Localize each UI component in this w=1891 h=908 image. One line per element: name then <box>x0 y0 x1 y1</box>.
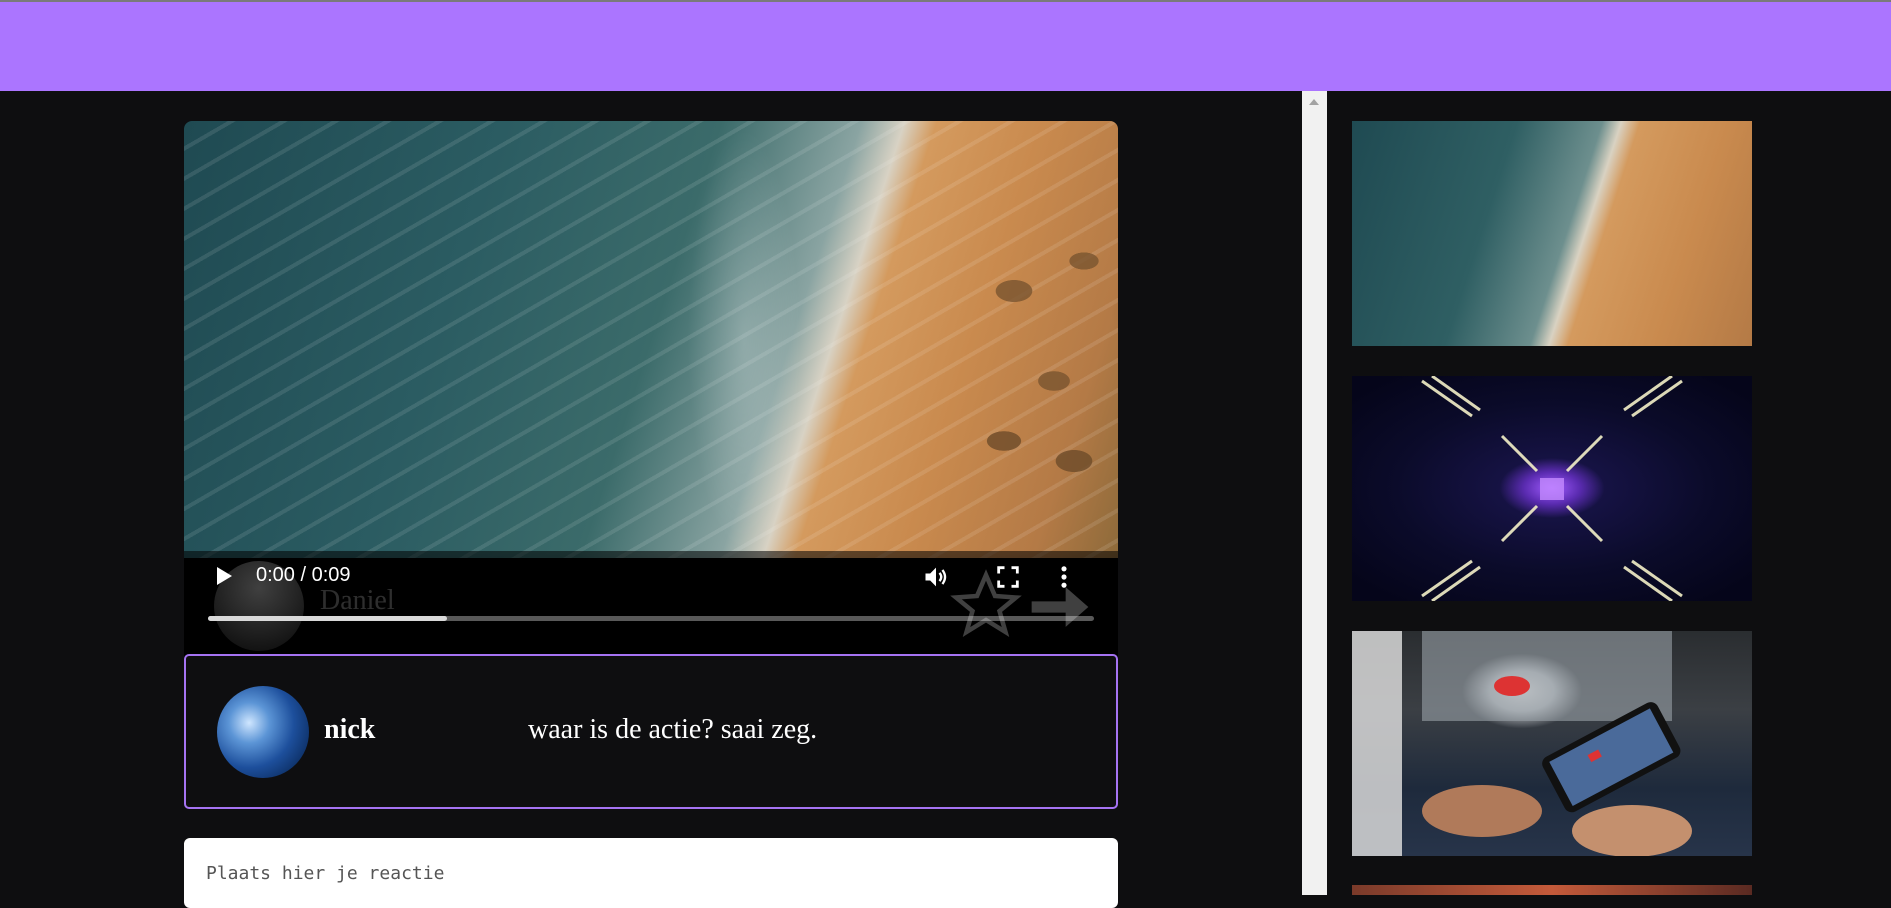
scrollbar[interactable] <box>1302 91 1327 895</box>
tunnel-light-streaks <box>1421 376 1683 601</box>
comment-username[interactable]: nick <box>324 714 375 746</box>
comment-card: nick waar is de actie? saai zeg. <box>184 654 1118 809</box>
current-time: 0:00 <box>256 564 295 586</box>
reply-input[interactable] <box>184 838 1118 908</box>
play-icon[interactable] <box>214 565 234 587</box>
video-thumbnail-partial[interactable] <box>1352 885 1752 895</box>
watermark-username: Daniel <box>320 585 395 616</box>
video-thumbnail-beach[interactable] <box>1352 121 1752 346</box>
more-options-icon[interactable] <box>1050 563 1078 591</box>
volume-icon[interactable] <box>922 563 950 591</box>
progress-bar[interactable] <box>208 616 1094 621</box>
top-header-bar <box>0 0 1891 91</box>
video-player[interactable]: Daniel 0:00 / 0:09 <box>184 121 1118 736</box>
duration: 0:09 <box>311 564 351 586</box>
video-sidebar <box>1327 91 1891 895</box>
gaming-scene <box>1352 631 1692 856</box>
time-display: 0:00 / 0:09 <box>256 564 351 587</box>
fullscreen-icon[interactable] <box>994 563 1022 591</box>
video-thumbnail-tunnel[interactable] <box>1352 376 1752 601</box>
scroll-up-arrow-icon[interactable] <box>1309 99 1319 105</box>
time-separator: / <box>294 564 312 586</box>
main-content: Daniel 0:00 / 0:09 nick waar is de actie… <box>0 91 1302 908</box>
video-frame-dunes <box>964 141 1118 521</box>
video-thumbnail-gaming[interactable] <box>1352 631 1752 856</box>
progress-fill <box>208 616 448 621</box>
comment-text: waar is de actie? saai zeg. <box>528 714 818 745</box>
avatar[interactable] <box>217 686 309 778</box>
